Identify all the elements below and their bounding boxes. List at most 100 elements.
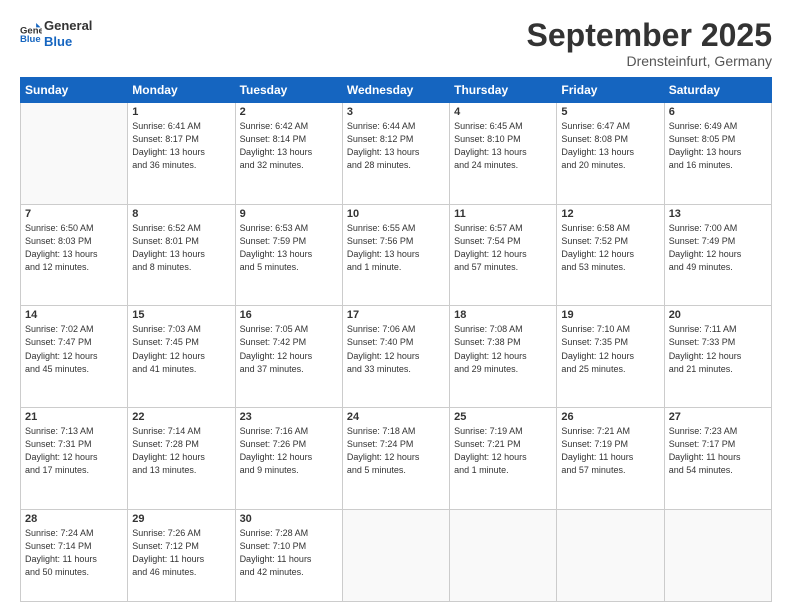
day-number: 22 xyxy=(132,411,230,423)
svg-text:Blue: Blue xyxy=(20,34,41,45)
day-detail: Sunrise: 7:16 AM Sunset: 7:26 PM Dayligh… xyxy=(240,425,338,477)
day-detail: Sunrise: 6:57 AM Sunset: 7:54 PM Dayligh… xyxy=(454,222,552,274)
day-number: 26 xyxy=(561,411,659,423)
calendar-cell xyxy=(664,509,771,601)
day-detail: Sunrise: 7:10 AM Sunset: 7:35 PM Dayligh… xyxy=(561,323,659,375)
day-number: 29 xyxy=(132,513,230,525)
calendar-cell: 13 Sunrise: 7:00 AM Sunset: 7:49 PM Dayli… xyxy=(664,204,771,306)
day-detail: Sunrise: 7:24 AM Sunset: 7:14 PM Dayligh… xyxy=(25,527,123,579)
day-number: 18 xyxy=(454,309,552,321)
calendar-cell: 10 Sunrise: 6:55 AM Sunset: 7:56 PM Dayli… xyxy=(342,204,449,306)
calendar-cell: 19 Sunrise: 7:10 AM Sunset: 7:35 PM Dayli… xyxy=(557,306,664,408)
calendar-cell: 8 Sunrise: 6:52 AM Sunset: 8:01 PM Daylig… xyxy=(128,204,235,306)
day-number: 27 xyxy=(669,411,767,423)
weekday-friday: Friday xyxy=(557,78,664,103)
day-detail: Sunrise: 6:45 AM Sunset: 8:10 PM Dayligh… xyxy=(454,120,552,172)
calendar-cell: 26 Sunrise: 7:21 AM Sunset: 7:19 PM Dayli… xyxy=(557,408,664,510)
weekday-thursday: Thursday xyxy=(450,78,557,103)
day-detail: Sunrise: 7:14 AM Sunset: 7:28 PM Dayligh… xyxy=(132,425,230,477)
calendar-cell: 28 Sunrise: 7:24 AM Sunset: 7:14 PM Dayli… xyxy=(21,509,128,601)
page: General Blue General Blue September 2025… xyxy=(0,0,792,612)
day-number: 17 xyxy=(347,309,445,321)
calendar-cell: 5Sunrise: 6:47 AM Sunset: 8:08 PM Daylig… xyxy=(557,103,664,205)
weekday-sunday: Sunday xyxy=(21,78,128,103)
day-number: 11 xyxy=(454,208,552,220)
day-number: 20 xyxy=(669,309,767,321)
day-detail: Sunrise: 7:18 AM Sunset: 7:24 PM Dayligh… xyxy=(347,425,445,477)
calendar-cell: 21 Sunrise: 7:13 AM Sunset: 7:31 PM Dayli… xyxy=(21,408,128,510)
day-detail: Sunrise: 7:05 AM Sunset: 7:42 PM Dayligh… xyxy=(240,323,338,375)
week-row-4: 28 Sunrise: 7:24 AM Sunset: 7:14 PM Dayli… xyxy=(21,509,772,601)
location: Drensteinfurt, Germany xyxy=(527,53,772,69)
logo: General Blue General Blue xyxy=(20,18,92,49)
day-number: 16 xyxy=(240,309,338,321)
calendar-cell: 7 Sunrise: 6:50 AM Sunset: 8:03 PM Daylig… xyxy=(21,204,128,306)
day-detail: Sunrise: 7:00 AM Sunset: 7:49 PM Dayligh… xyxy=(669,222,767,274)
day-number: 13 xyxy=(669,208,767,220)
calendar-cell: 15 Sunrise: 7:03 AM Sunset: 7:45 PM Dayli… xyxy=(128,306,235,408)
day-detail: Sunrise: 7:02 AM Sunset: 7:47 PM Dayligh… xyxy=(25,323,123,375)
day-number: 7 xyxy=(25,208,123,220)
weekday-header-row: SundayMondayTuesdayWednesdayThursdayFrid… xyxy=(21,78,772,103)
day-detail: Sunrise: 7:11 AM Sunset: 7:33 PM Dayligh… xyxy=(669,323,767,375)
day-number: 6 xyxy=(669,106,767,118)
calendar-cell: 16 Sunrise: 7:05 AM Sunset: 7:42 PM Dayli… xyxy=(235,306,342,408)
day-number: 12 xyxy=(561,208,659,220)
calendar-cell: 14 Sunrise: 7:02 AM Sunset: 7:47 PM Dayli… xyxy=(21,306,128,408)
weekday-wednesday: Wednesday xyxy=(342,78,449,103)
month-title: September 2025 xyxy=(527,18,772,53)
day-detail: Sunrise: 6:41 AM Sunset: 8:17 PM Dayligh… xyxy=(132,120,230,172)
week-row-0: 1 Sunrise: 6:41 AM Sunset: 8:17 PM Daylig… xyxy=(21,103,772,205)
day-detail: Sunrise: 6:44 AM Sunset: 8:12 PM Dayligh… xyxy=(347,120,445,172)
day-detail: Sunrise: 7:21 AM Sunset: 7:19 PM Dayligh… xyxy=(561,425,659,477)
day-number: 15 xyxy=(132,309,230,321)
logo-general: General xyxy=(44,18,92,34)
day-detail: Sunrise: 6:49 AM Sunset: 8:05 PM Dayligh… xyxy=(669,120,767,172)
header: General Blue General Blue September 2025… xyxy=(20,18,772,69)
day-number: 5 xyxy=(561,106,659,118)
calendar-cell: 27Sunrise: 7:23 AM Sunset: 7:17 PM Dayli… xyxy=(664,408,771,510)
day-detail: Sunrise: 6:52 AM Sunset: 8:01 PM Dayligh… xyxy=(132,222,230,274)
day-number: 21 xyxy=(25,411,123,423)
calendar-cell: 2Sunrise: 6:42 AM Sunset: 8:14 PM Daylig… xyxy=(235,103,342,205)
day-number: 19 xyxy=(561,309,659,321)
day-number: 10 xyxy=(347,208,445,220)
day-number: 14 xyxy=(25,309,123,321)
logo-blue: Blue xyxy=(44,34,92,50)
day-detail: Sunrise: 7:13 AM Sunset: 7:31 PM Dayligh… xyxy=(25,425,123,477)
calendar-cell: 12 Sunrise: 6:58 AM Sunset: 7:52 PM Dayli… xyxy=(557,204,664,306)
day-detail: Sunrise: 7:06 AM Sunset: 7:40 PM Dayligh… xyxy=(347,323,445,375)
day-number: 1 xyxy=(132,106,230,118)
title-block: September 2025 Drensteinfurt, Germany xyxy=(527,18,772,69)
calendar-cell: 17 Sunrise: 7:06 AM Sunset: 7:40 PM Dayli… xyxy=(342,306,449,408)
day-detail: Sunrise: 7:03 AM Sunset: 7:45 PM Dayligh… xyxy=(132,323,230,375)
day-number: 8 xyxy=(132,208,230,220)
calendar-cell: 20 Sunrise: 7:11 AM Sunset: 7:33 PM Dayli… xyxy=(664,306,771,408)
day-number: 23 xyxy=(240,411,338,423)
day-detail: Sunrise: 7:19 AM Sunset: 7:21 PM Dayligh… xyxy=(454,425,552,477)
day-detail: Sunrise: 6:50 AM Sunset: 8:03 PM Dayligh… xyxy=(25,222,123,274)
calendar-cell xyxy=(557,509,664,601)
day-number: 28 xyxy=(25,513,123,525)
calendar-cell: 1 Sunrise: 6:41 AM Sunset: 8:17 PM Daylig… xyxy=(128,103,235,205)
calendar-cell xyxy=(450,509,557,601)
weekday-tuesday: Tuesday xyxy=(235,78,342,103)
calendar-cell: 22 Sunrise: 7:14 AM Sunset: 7:28 PM Dayli… xyxy=(128,408,235,510)
calendar-cell: 9 Sunrise: 6:53 AM Sunset: 7:59 PM Daylig… xyxy=(235,204,342,306)
calendar-cell: 30 Sunrise: 7:28 AM Sunset: 7:10 PM Dayli… xyxy=(235,509,342,601)
day-number: 9 xyxy=(240,208,338,220)
calendar-table: SundayMondayTuesdayWednesdayThursdayFrid… xyxy=(20,77,772,602)
calendar-cell: 24Sunrise: 7:18 AM Sunset: 7:24 PM Dayli… xyxy=(342,408,449,510)
calendar-cell: 11 Sunrise: 6:57 AM Sunset: 7:54 PM Dayli… xyxy=(450,204,557,306)
calendar-cell: 18Sunrise: 7:08 AM Sunset: 7:38 PM Dayli… xyxy=(450,306,557,408)
weekday-monday: Monday xyxy=(128,78,235,103)
calendar-cell: 29Sunrise: 7:26 AM Sunset: 7:12 PM Dayli… xyxy=(128,509,235,601)
day-detail: Sunrise: 6:53 AM Sunset: 7:59 PM Dayligh… xyxy=(240,222,338,274)
calendar-cell: 4Sunrise: 6:45 AM Sunset: 8:10 PM Daylig… xyxy=(450,103,557,205)
day-number: 30 xyxy=(240,513,338,525)
day-detail: Sunrise: 7:28 AM Sunset: 7:10 PM Dayligh… xyxy=(240,527,338,579)
day-number: 25 xyxy=(454,411,552,423)
day-detail: Sunrise: 6:55 AM Sunset: 7:56 PM Dayligh… xyxy=(347,222,445,274)
day-detail: Sunrise: 6:58 AM Sunset: 7:52 PM Dayligh… xyxy=(561,222,659,274)
week-row-2: 14 Sunrise: 7:02 AM Sunset: 7:47 PM Dayli… xyxy=(21,306,772,408)
